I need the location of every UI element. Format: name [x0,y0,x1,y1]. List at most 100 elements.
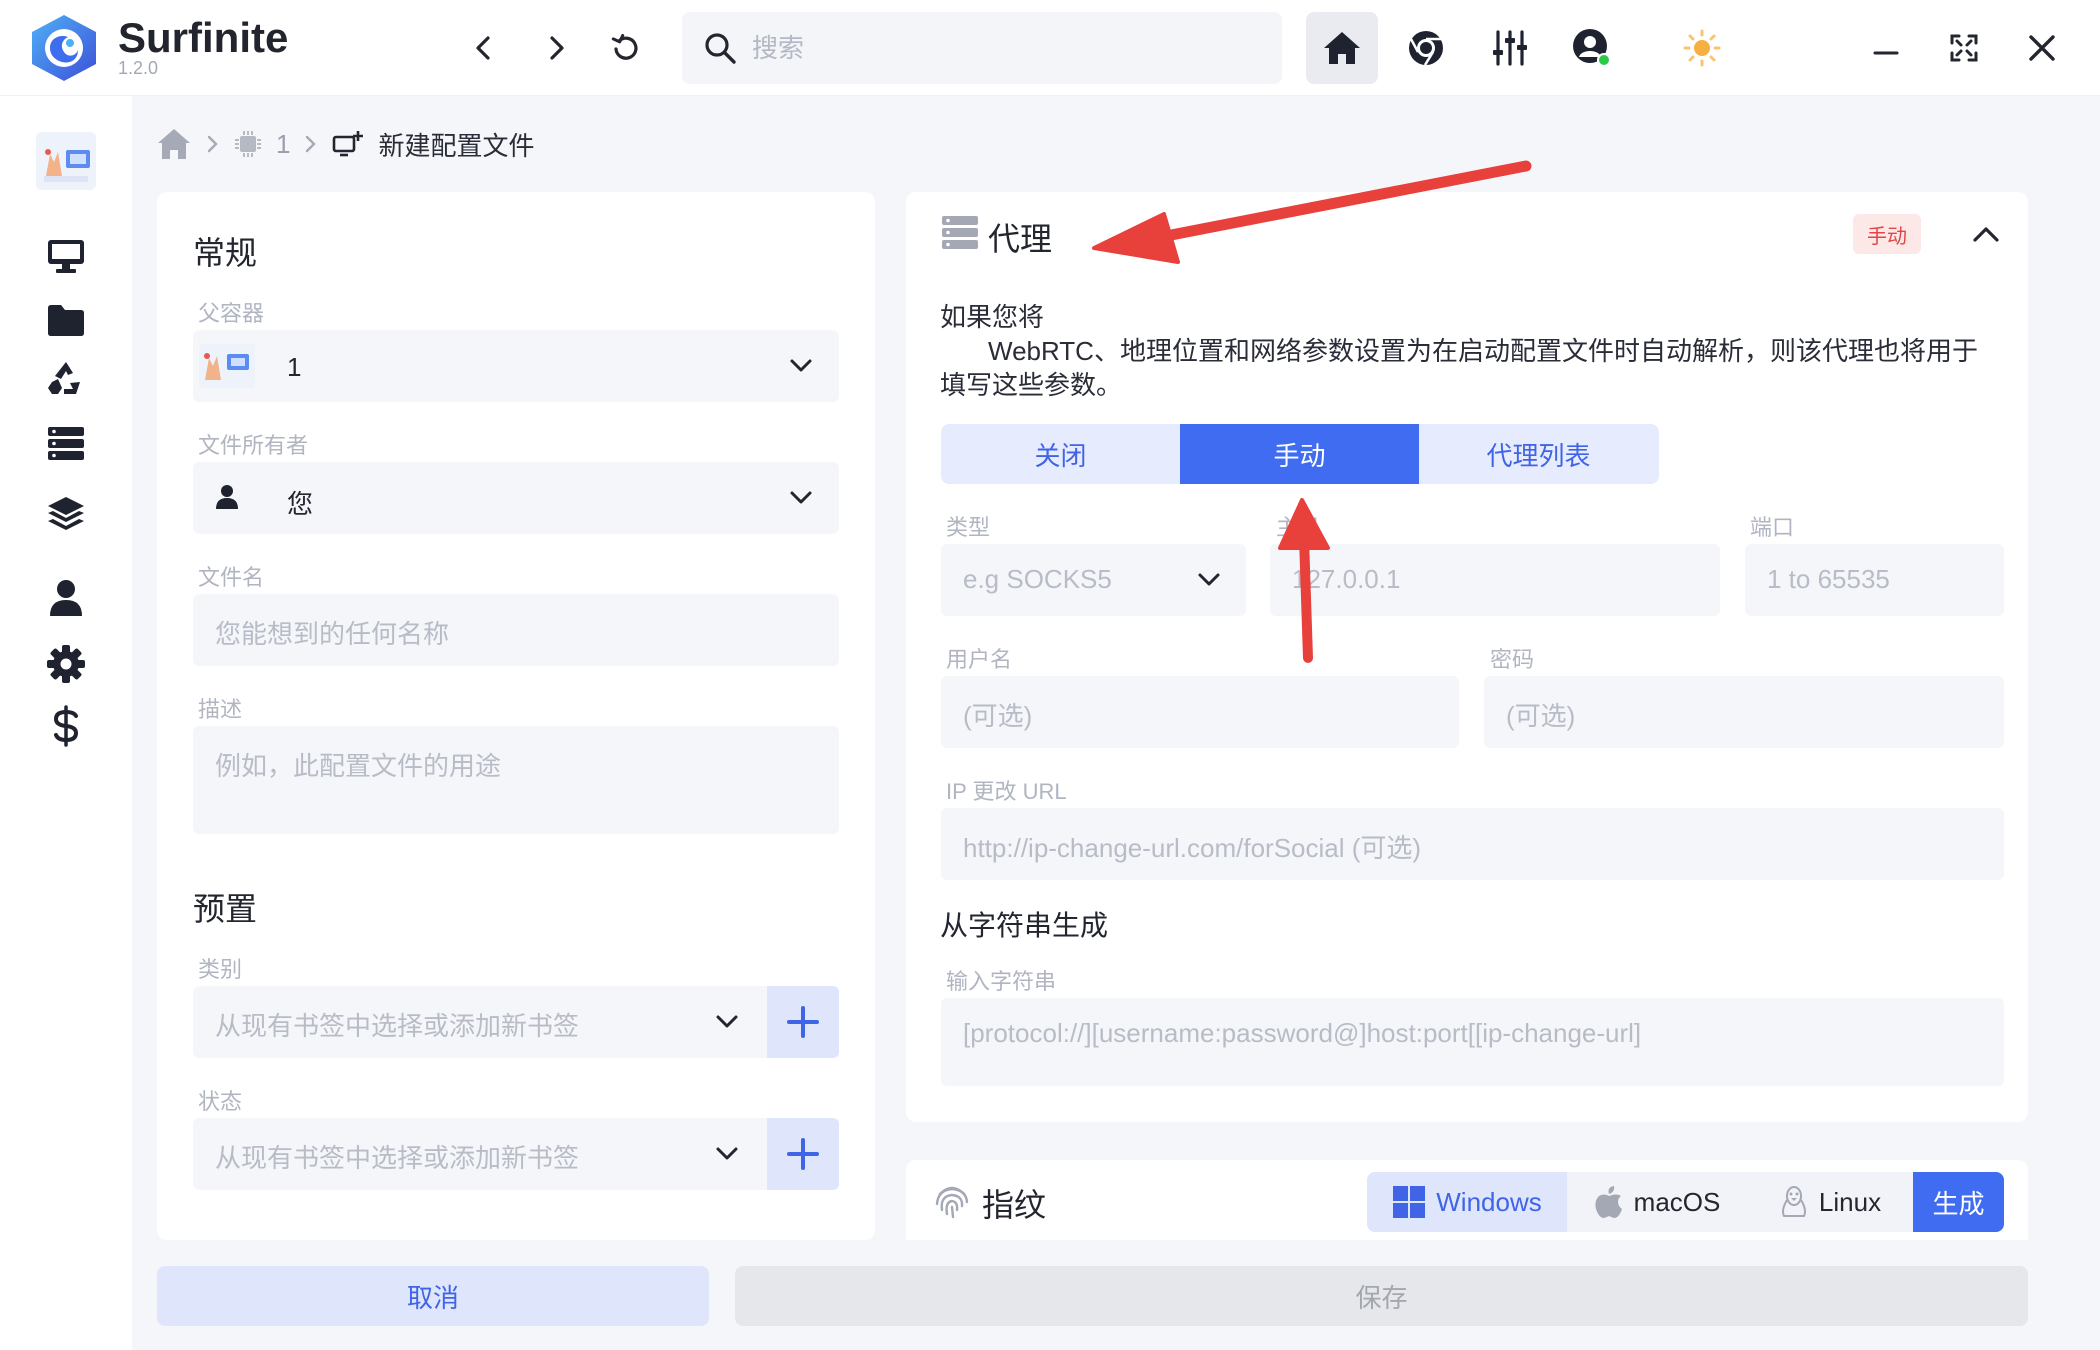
top-bar: Surfinite 1.2.0 [0,0,2100,96]
proxy-title: 代理 [988,221,1053,257]
minimize-icon[interactable] [1860,22,1912,74]
proxy-password-placeholder: (可选) [1506,701,1576,731]
maximize-icon[interactable] [1938,22,1990,74]
filename-input[interactable]: 您能想到的任何名称 [193,594,839,666]
plus-icon [787,1006,819,1038]
server-icon[interactable] [40,418,92,470]
proxy-mode-segmented: 关闭 手动 代理列表 [941,424,1659,484]
user-status-icon[interactable] [1566,22,1618,74]
os-macos-label: macOS [1633,1186,1721,1217]
user-icon [216,485,238,509]
proxy-mode-list-button[interactable]: 代理列表 [1419,424,1658,484]
owner-select[interactable]: 您 [193,462,839,534]
proxy-port-label: 端口 [1750,515,1795,540]
chrome-icon[interactable] [1400,22,1452,74]
proxy-password-input[interactable]: (可选) [1484,676,2004,748]
chevron-down-icon [716,1015,738,1028]
from-string-title: 从字符串生成 [940,910,1109,941]
status-label: 状态 [198,1089,243,1114]
proxy-description: 如果您将 WebRTC、地理位置和网络参数设置为在启动配置文件时自动解析，则该代… [940,300,1990,402]
proxy-type-label: 类型 [946,515,991,540]
home-icon [1324,32,1360,64]
sidebar [0,96,132,1350]
monitor-icon[interactable] [40,230,92,282]
os-macos-button[interactable]: macOS [1567,1172,1747,1232]
proxy-description-line2: WebRTC、地理位置和网络参数设置为在启动配置文件时自动解析，则该代理也将用于… [940,336,1978,400]
preset-title: 预置 [193,891,258,927]
back-icon[interactable] [458,22,510,74]
os-linux-label: Linux [1818,1186,1882,1217]
chevron-down-icon [790,491,812,504]
breadcrumb-item[interactable]: 1 [276,129,290,160]
description-textarea[interactable]: 例如，此配置文件的用途 [193,726,839,834]
app-name: Surfinite [118,14,289,61]
proxy-type-select[interactable]: e.g SOCKS5 [941,544,1246,616]
proxy-host-input[interactable]: 127.0.0.1 [1270,544,1720,616]
chevron-right-icon [207,135,218,153]
os-windows-button[interactable]: Windows [1367,1172,1567,1232]
proxy-server-icon [942,216,978,249]
chevron-down-icon [716,1147,738,1160]
search-icon [705,33,736,64]
linux-icon [1781,1186,1806,1217]
filename-placeholder: 您能想到的任何名称 [215,619,450,649]
status-placeholder: 从现有书签中选择或添加新书签 [215,1143,580,1173]
add-category-button[interactable] [767,986,839,1058]
home-button[interactable] [1306,12,1378,84]
apple-icon [1595,1186,1622,1218]
proxy-host-placeholder: 127.0.0.1 [1292,564,1401,594]
proxy-string-input[interactable]: [protocol://][username:password@]host:po… [941,998,2004,1086]
owner-label: 文件所有者 [198,433,309,458]
chevron-up-icon[interactable] [1970,220,2002,248]
dollar-icon[interactable] [40,700,92,752]
close-icon[interactable] [2016,22,2068,74]
proxy-host-label: 主机 [1276,515,1321,540]
ip-change-url-input[interactable]: http://ip-change-url.com/forSocial (可选) [941,808,2004,880]
add-status-button[interactable] [767,1118,839,1190]
forward-icon[interactable] [530,22,582,74]
user-icon[interactable] [40,572,92,624]
chevron-right-icon [306,135,317,153]
parent-container-value: 1 [287,352,302,382]
proxy-port-placeholder: 1 to 65535 [1767,564,1890,594]
sliders-icon[interactable] [1484,22,1536,74]
owner-value: 您 [287,489,314,519]
app-version: 1.2.0 [118,58,159,78]
breadcrumb: 1 新建配置文件 [156,124,534,164]
proxy-mode-manual-button[interactable]: 手动 [1180,424,1419,484]
cancel-button[interactable]: 取消 [157,1266,709,1326]
proxy-port-input[interactable]: 1 to 65535 [1745,544,2004,616]
search-box[interactable] [682,12,1282,84]
plus-icon [787,1138,819,1170]
proxy-username-input[interactable]: (可选) [941,676,1459,748]
description-placeholder: 例如，此配置文件的用途 [215,751,502,781]
save-button[interactable]: 保存 [735,1266,2028,1326]
breadcrumb-current: 新建配置文件 [378,130,535,161]
profile-thumbnail-icon [199,344,255,388]
refresh-icon[interactable] [600,22,652,74]
search-input[interactable] [752,26,1252,70]
sun-icon[interactable] [1676,22,1728,74]
category-label: 类别 [198,957,243,982]
proxy-username-label: 用户名 [946,647,1013,672]
gear-icon[interactable] [40,638,92,690]
description-label: 描述 [198,697,243,722]
general-title: 常规 [193,235,258,271]
filename-label: 文件名 [198,565,265,590]
proxy-mode-off-button[interactable]: 关闭 [941,424,1180,484]
status-select[interactable]: 从现有书签中选择或添加新书签 [193,1118,767,1190]
parent-container-select[interactable]: 1 [193,330,839,402]
profile-thumbnail[interactable] [36,132,96,190]
fingerprint-title: 指纹 [982,1187,1047,1223]
proxy-mode-badge: 手动 [1853,214,1921,254]
os-linux-button[interactable]: Linux [1747,1172,1913,1232]
folder-icon[interactable] [40,294,92,346]
category-select[interactable]: 从现有书签中选择或添加新书签 [193,986,767,1058]
recycle-icon[interactable] [40,352,92,404]
new-profile-icon [333,131,364,157]
generate-button[interactable]: 生成 [1913,1172,2004,1232]
home-icon[interactable] [156,127,192,161]
os-selector: Windows macOS Linux 生成 [1367,1172,2004,1232]
layers-icon[interactable] [40,488,92,540]
proxy-string-placeholder: [protocol://][username:password@]host:po… [963,1018,1642,1048]
